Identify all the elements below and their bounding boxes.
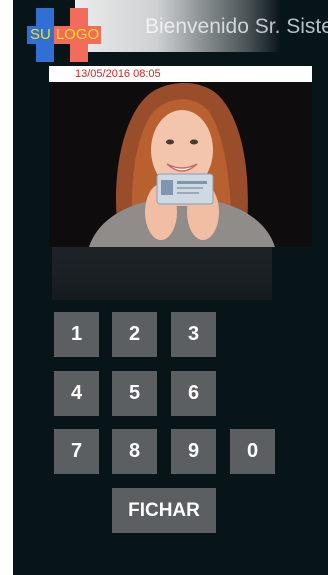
key-4[interactable]: 4	[54, 371, 99, 416]
camera-reflection	[52, 247, 272, 300]
fichar-button[interactable]: FICHAR	[112, 488, 216, 533]
key-2[interactable]: 2	[112, 312, 157, 357]
app-screen: Bienvenido Sr. Sistema de SU LOGO 13/05/…	[13, 0, 328, 575]
key-6[interactable]: 6	[171, 371, 216, 416]
camera-photo	[49, 82, 312, 247]
key-0[interactable]: 0	[230, 429, 275, 474]
key-5[interactable]: 5	[112, 371, 157, 416]
camera-preview: 13/05/2016 08:05	[49, 66, 312, 247]
key-1[interactable]: 1	[54, 312, 99, 357]
logo-text-band: SU LOGO	[27, 26, 115, 44]
key-9[interactable]: 9	[171, 429, 216, 474]
company-logo: SU LOGO	[27, 8, 115, 62]
key-7[interactable]: 7	[54, 429, 99, 474]
key-8[interactable]: 8	[112, 429, 157, 474]
logo-text-su: SU	[27, 26, 54, 44]
key-3[interactable]: 3	[171, 312, 216, 357]
camera-timestamp: 13/05/2016 08:05	[75, 68, 161, 80]
logo-text-logo: LOGO	[53, 26, 102, 44]
